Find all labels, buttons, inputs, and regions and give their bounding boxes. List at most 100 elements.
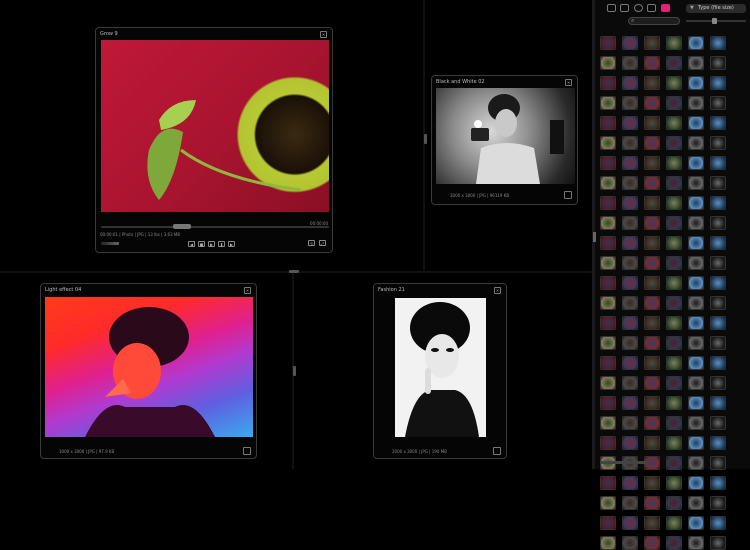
thumbnail[interactable]: [710, 36, 726, 50]
grid-icon[interactable]: [620, 4, 629, 12]
thumbnail[interactable]: [644, 296, 660, 310]
thumbnail[interactable]: [666, 416, 682, 430]
thumbnail[interactable]: [710, 476, 726, 490]
thumbnail[interactable]: [622, 276, 638, 290]
thumbnail[interactable]: [688, 296, 704, 310]
thumbnail[interactable]: [644, 376, 660, 390]
thumbnail[interactable]: [710, 356, 726, 370]
thumbnail[interactable]: [644, 156, 660, 170]
thumbnail[interactable]: [666, 296, 682, 310]
thumbnail[interactable]: [666, 256, 682, 270]
thumbnail[interactable]: [622, 76, 638, 90]
thumbnail[interactable]: [666, 476, 682, 490]
thumbnail[interactable]: [622, 96, 638, 110]
thumbnail[interactable]: [688, 476, 704, 490]
thumbnail[interactable]: [688, 216, 704, 230]
video-progress-track[interactable]: [101, 226, 329, 228]
thumbnail[interactable]: [644, 516, 660, 530]
thumbnail[interactable]: [710, 76, 726, 90]
thumbnail[interactable]: [644, 536, 660, 550]
thumbnail[interactable]: [688, 356, 704, 370]
thumbnail[interactable]: [710, 316, 726, 330]
thumbnail[interactable]: [622, 356, 638, 370]
thumbnail[interactable]: [666, 216, 682, 230]
thumbnail[interactable]: [666, 56, 682, 70]
thumbnail[interactable]: [600, 396, 616, 410]
thumbnail[interactable]: [600, 56, 616, 70]
thumbnail[interactable]: [688, 156, 704, 170]
thumbnail[interactable]: [622, 236, 638, 250]
fullscreen-icon[interactable]: [564, 191, 572, 199]
sort-select[interactable]: Type (file size) ▼: [686, 4, 746, 13]
sidebar-toggle-handle[interactable]: [593, 232, 596, 242]
thumbnail[interactable]: [622, 156, 638, 170]
thumbnail[interactable]: [622, 536, 638, 550]
thumbnail[interactable]: [710, 516, 726, 530]
thumbnail[interactable]: [622, 496, 638, 510]
fullscreen-icon[interactable]: ⤢: [319, 240, 326, 246]
thumbnail[interactable]: [622, 216, 638, 230]
thumbnail[interactable]: [666, 396, 682, 410]
video-progress-knob[interactable]: [173, 224, 191, 229]
thumbnail[interactable]: [710, 536, 726, 550]
thumbnail[interactable]: [600, 156, 616, 170]
thumbnail[interactable]: [644, 76, 660, 90]
split-handle-bottom[interactable]: [293, 366, 296, 376]
thumbnail[interactable]: [666, 236, 682, 250]
thumbnail[interactable]: [688, 196, 704, 210]
thumbnail[interactable]: [666, 456, 682, 470]
thumbnail[interactable]: [644, 496, 660, 510]
thumbnail[interactable]: [710, 136, 726, 150]
thumbnail[interactable]: [710, 56, 726, 70]
thumbnail[interactable]: [666, 176, 682, 190]
thumbnail[interactable]: [710, 156, 726, 170]
thumbnail[interactable]: [710, 276, 726, 290]
thumbnail[interactable]: [622, 436, 638, 450]
photo-fashion[interactable]: [395, 298, 486, 437]
thumbnail[interactable]: [600, 276, 616, 290]
thumbnail[interactable]: [688, 316, 704, 330]
thumbnail[interactable]: [600, 496, 616, 510]
thumbnail[interactable]: [666, 96, 682, 110]
thumbnail[interactable]: [600, 136, 616, 150]
thumbnail[interactable]: [644, 116, 660, 130]
thumbnail[interactable]: [644, 256, 660, 270]
thumbnail[interactable]: [710, 116, 726, 130]
thumbnail[interactable]: [600, 316, 616, 330]
thumbnail[interactable]: [666, 136, 682, 150]
thumbnail[interactable]: [666, 336, 682, 350]
thumbnail[interactable]: [710, 456, 726, 470]
close-icon[interactable]: ✕: [320, 31, 327, 38]
thumbnail[interactable]: [644, 36, 660, 50]
thumbnail[interactable]: [622, 336, 638, 350]
close-icon[interactable]: ✕: [494, 287, 501, 294]
thumbnail[interactable]: [600, 236, 616, 250]
thumbnail[interactable]: [600, 436, 616, 450]
thumbnail[interactable]: [688, 416, 704, 430]
thumbnail[interactable]: [688, 56, 704, 70]
thumbnail[interactable]: [622, 516, 638, 530]
thumbnail[interactable]: [666, 536, 682, 550]
thumbnail[interactable]: [600, 176, 616, 190]
thumbnail[interactable]: [600, 216, 616, 230]
thumbnail[interactable]: [622, 256, 638, 270]
thumbnail[interactable]: [688, 116, 704, 130]
thumbnail[interactable]: [710, 96, 726, 110]
sidebar-scrollbar[interactable]: [600, 461, 648, 464]
thumbnail[interactable]: [666, 496, 682, 510]
thumbnail[interactable]: [600, 96, 616, 110]
thumbnail[interactable]: [688, 496, 704, 510]
thumbnail[interactable]: [622, 196, 638, 210]
thumbnail[interactable]: [688, 536, 704, 550]
thumbnail[interactable]: [600, 36, 616, 50]
thumbnail[interactable]: [688, 276, 704, 290]
thumbnail[interactable]: [666, 516, 682, 530]
thumbnail[interactable]: [688, 336, 704, 350]
search-input[interactable]: ⌕: [628, 17, 680, 25]
panel-bw[interactable]: Black and White 02 ✕ 3000 x 3000 | JPG |…: [431, 75, 578, 205]
stop-icon[interactable]: ■: [198, 241, 205, 247]
thumbnail[interactable]: [644, 416, 660, 430]
close-icon[interactable]: ✕: [244, 287, 251, 294]
thumbnail[interactable]: [644, 176, 660, 190]
volume-slider[interactable]: [101, 242, 119, 245]
